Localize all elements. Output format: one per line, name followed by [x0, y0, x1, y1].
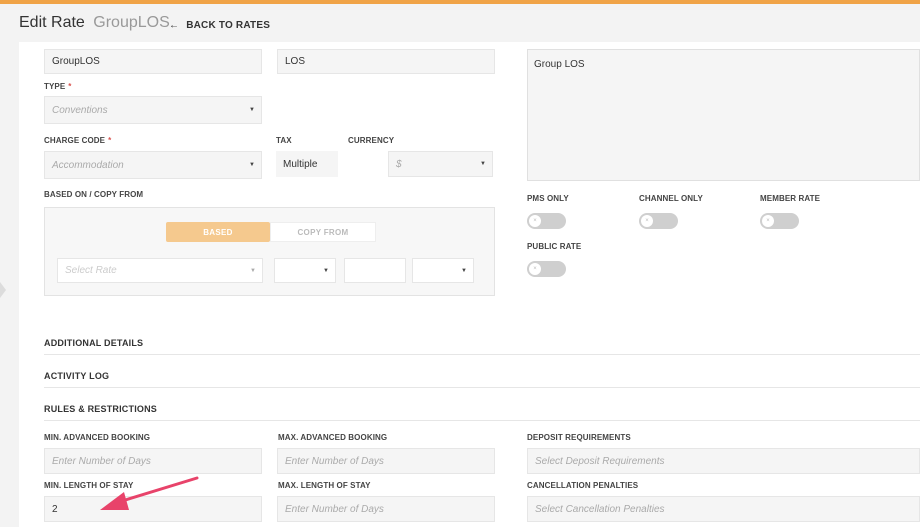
annotation-arrow-icon: [100, 476, 199, 510]
